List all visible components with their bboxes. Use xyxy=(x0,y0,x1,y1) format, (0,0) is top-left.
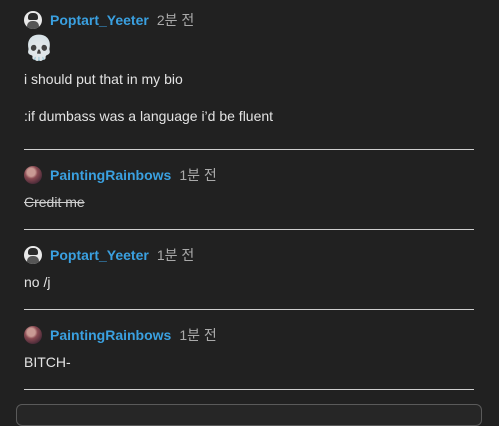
divider xyxy=(24,229,474,230)
divider xyxy=(24,149,474,150)
timestamp: 1분 전 xyxy=(156,247,195,263)
avatar[interactable] xyxy=(24,246,42,264)
comment-text: Credit me xyxy=(24,194,85,210)
divider xyxy=(24,389,474,390)
comment-text: :if dumbass was a language i’d be fluent xyxy=(24,108,274,124)
timestamp: 1분 전 xyxy=(179,167,217,183)
avatar[interactable] xyxy=(24,166,42,184)
comment-text: BITCH- xyxy=(24,354,71,370)
avatar[interactable] xyxy=(24,11,42,29)
comment-2: PaintingRainbows 1분 전 Credit me xyxy=(24,165,474,211)
comment-3: Poptart_Yeeter 1분 전 no /j xyxy=(24,245,474,291)
username[interactable]: PaintingRainbows xyxy=(50,167,171,183)
comment-input[interactable] xyxy=(16,404,482,426)
comment-1: Poptart_Yeeter 2분 전 💀 i should put that … xyxy=(24,10,474,125)
username[interactable]: Poptart_Yeeter xyxy=(50,247,149,263)
timestamp: 2분 전 xyxy=(156,12,195,28)
username[interactable]: PaintingRainbows xyxy=(50,327,171,343)
skull-emoji: 💀 xyxy=(24,35,54,62)
username[interactable]: Poptart_Yeeter xyxy=(50,12,149,28)
comment-text: no /j xyxy=(24,274,51,290)
divider xyxy=(24,309,474,310)
avatar[interactable] xyxy=(24,326,42,344)
timestamp: 1분 전 xyxy=(179,327,217,343)
comment-text: i should put that in my bio xyxy=(24,71,183,87)
comment-4: PaintingRainbows 1분 전 BITCH- xyxy=(24,325,474,371)
